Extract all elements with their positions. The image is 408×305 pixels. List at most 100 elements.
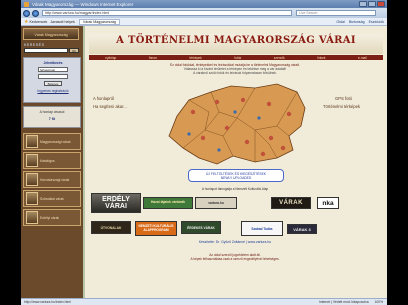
region-marker [244, 139, 250, 145]
ad-nemzeti-kulturalis[interactable]: NEMZETI KULTURÁLIS ALAPPROGRAM [135, 221, 177, 236]
site-logo[interactable]: Várak Magyarország [23, 28, 79, 40]
castle-thumbnail [26, 192, 38, 205]
region-marker [268, 135, 274, 141]
nav-authors[interactable]: szerzők [274, 56, 285, 60]
hungary-map[interactable] [159, 78, 309, 170]
footer-note-line-2: A képek felhasználása csak a szerző enge… [190, 257, 280, 262]
password-field[interactable] [38, 74, 68, 79]
nav-home[interactable]: nyitólap [105, 56, 116, 60]
register-link[interactable]: Ingyenes regisztráció [27, 89, 79, 93]
ad-vartura[interactable]: vartura.hu [195, 197, 237, 209]
active-tab[interactable]: Várak Magyarország [78, 18, 120, 25]
sidebar-item-croatia[interactable]: Horvátországi várak [23, 171, 81, 188]
footer-note: Az oldal szerzői jogvédelem alatt áll. A… [115, 253, 355, 261]
left-sidebar: Várak Magyarország KERESÉS OK Jelentkezé… [21, 26, 83, 298]
sidebar-item-catalog[interactable]: Katalógus [23, 152, 81, 169]
ie-icon [24, 1, 29, 7]
forward-icon[interactable] [32, 9, 39, 17]
castle-thumbnail [26, 211, 38, 224]
search-button[interactable]: OK [69, 48, 79, 53]
nav-photos[interactable]: fotók [234, 56, 241, 60]
suggested-sites-label: Javasolt helyek [50, 19, 75, 24]
command-bar: Oldal Biztonság Eszközök [336, 20, 384, 24]
help-link[interactable]: Ha segíteni akar... [93, 104, 127, 109]
suggested-sites-button[interactable]: Javasolt helyek [50, 20, 75, 24]
intro-text: Ez oldal fotókkal, térképekkel és leírás… [125, 63, 345, 76]
ad-varak[interactable]: VÁRAK [271, 197, 311, 209]
region-marker [190, 109, 196, 115]
favorites-bar: ★ Kedvencek Javasolt helyek Várak Magyar… [21, 18, 387, 26]
sidebar-item-label: Horvátországi várak [40, 177, 70, 182]
nav-email[interactable]: e-mail [358, 56, 367, 60]
favorites-button[interactable]: ★ Kedvencek [24, 19, 47, 25]
site-banner: A TÖRTÉNELMI MAGYARORSZÁG VÁRAI [89, 34, 383, 54]
nav-maps[interactable]: térképek [190, 56, 202, 60]
region-marker [260, 151, 266, 157]
top-navigation: nyitólap fórum térképek fotók szerzők li… [89, 55, 383, 60]
main-panel: A TÖRTÉNELMI MAGYARORSZÁG VÁRAI nyitólap… [85, 26, 387, 298]
intro-line-3: A várakról szóló fotók és leírások folya… [193, 71, 277, 76]
search-label: KERESÉS [24, 43, 45, 47]
ad-utvonalak[interactable]: ÚTVONALAK [91, 221, 131, 234]
sidebar-item-hungary[interactable]: Magyarországi várak [23, 133, 81, 150]
login-title: Jelentkezés [43, 61, 63, 65]
gps-photo-link[interactable]: GPS fotó [335, 96, 352, 101]
nav-forum[interactable]: fórum [149, 56, 157, 60]
ad-varak-small[interactable]: VÁRAK 3 [287, 224, 317, 234]
region-marker [257, 116, 261, 120]
ad-nka-logo[interactable]: nka [317, 197, 339, 209]
region-marker [240, 97, 246, 103]
minimize-button[interactable] [359, 1, 367, 7]
status-bar: http://www.vartura.hu/index.html Interne… [21, 298, 387, 305]
status-zone: Internet | Védett mód: kikapcsolva 100% [319, 300, 383, 304]
ad-erdekes-varak[interactable]: ÉRDEKES VÁRAK [181, 221, 221, 234]
url-field[interactable]: http://www.vartura.hu/magyar/index.html [42, 10, 292, 16]
favorites-label: Kedvencek [29, 19, 48, 24]
window-title: Várak Magyarország — Windows Internet Ex… [32, 1, 134, 7]
nav-links[interactable]: linkek [317, 56, 325, 60]
ad-hazai-tajaink[interactable]: Hazai tájaink vártúrák [143, 197, 193, 209]
search-input[interactable]: Live Search [296, 10, 376, 16]
login-button[interactable]: Belépés [44, 81, 62, 86]
region-marker [266, 101, 272, 107]
sidebar-item-label: Szlovákiai várak [40, 196, 64, 201]
site-search-input[interactable] [24, 48, 68, 53]
online-count: 7 fő [48, 117, 56, 121]
online-counter: A honlap olvasói 7 fő [23, 106, 81, 128]
castle-thumbnail [26, 154, 38, 167]
sponsor-caption: A honlapot támogatja a Nemzeti Kulturáli… [201, 187, 269, 191]
page-menu[interactable]: Oldal [336, 20, 344, 24]
region-marker [214, 99, 220, 105]
back-icon[interactable] [23, 9, 30, 17]
status-text: http://www.vartura.hu/index.html [24, 300, 71, 304]
safety-menu[interactable]: Biztonság [349, 20, 365, 24]
ad-szabad-tudas[interactable]: Szabad Tudás [241, 221, 283, 236]
new-uploads-button[interactable]: ÚJ FELTÖLTÉSEK ÉS KIEGÉSZÍTÉSEK NEWLY UP… [188, 169, 284, 182]
page-title: A TÖRTÉNELMI MAGYARORSZÁG VÁRAI [116, 35, 356, 46]
star-icon: ★ [24, 18, 29, 25]
sidebar-item-slovakia[interactable]: Szlovákiai várak [23, 190, 81, 207]
close-button[interactable] [377, 1, 385, 7]
region-marker [286, 111, 292, 117]
upload-badge-line-2: NEWLY UPLOADED [220, 176, 252, 180]
about-link[interactable]: A honlapról [93, 96, 114, 101]
maximize-button[interactable] [368, 1, 376, 7]
zoom-level[interactable]: 100% [375, 300, 383, 304]
ad-erdely-varai[interactable]: ERDÉLY VÁRAI [91, 193, 141, 213]
username-field[interactable]: felhasznalo [38, 67, 68, 72]
map-graphic [168, 83, 306, 165]
security-zone[interactable]: Internet | Védett mód: kikapcsolva [319, 300, 369, 304]
login-panel: Jelentkezés felhasznalo Belépés Ingyenes… [23, 57, 81, 103]
footer-credit[interactable]: Készítette: Dr. Győző Zoltánné | www.var… [115, 240, 355, 244]
page-content: Várak Magyarország KERESÉS OK Jelentkezé… [21, 26, 387, 298]
title-bar: Várak Magyarország — Windows Internet Ex… [21, 0, 387, 8]
castle-thumbnail [26, 173, 38, 186]
sidebar-item-transylvania[interactable]: Erdélyi várak [23, 209, 81, 226]
tools-menu[interactable]: Eszközök [369, 20, 384, 24]
sidebar-item-label: Erdélyi várak [40, 215, 60, 220]
browser-window: Várak Magyarország — Windows Internet Ex… [21, 0, 387, 305]
region-marker [233, 110, 237, 114]
region-marker [217, 148, 221, 152]
region-marker [200, 135, 206, 141]
historic-maps-link[interactable]: Történelmi térképek [323, 104, 360, 109]
